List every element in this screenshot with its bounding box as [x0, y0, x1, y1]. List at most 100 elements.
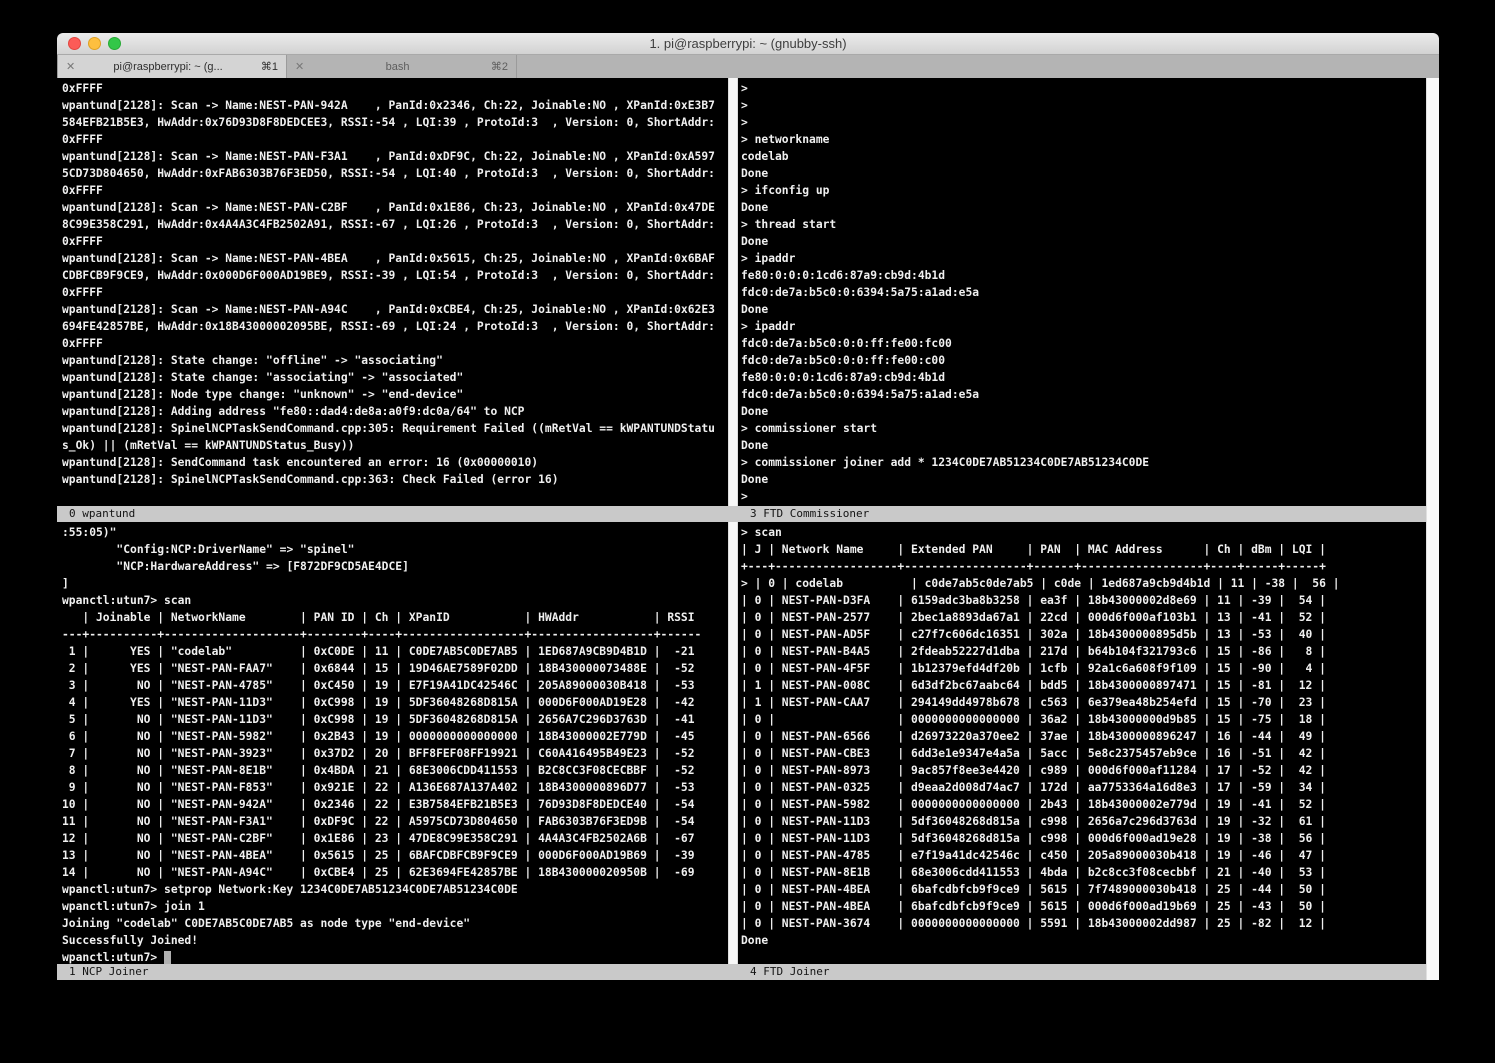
terminal-line: | 0 | NEST-PAN-3674 | 0000000000000000 |…: [741, 915, 1426, 932]
terminal-line: 4 | YES | "NEST-PAN-11D3" | 0xC998 | 19 …: [62, 694, 728, 711]
terminal-line: | 0 | NEST-PAN-8973 | 9ac857f8ee3e4420 |…: [741, 762, 1426, 779]
terminal-line: > scan: [741, 524, 1426, 541]
pane-ftd-joiner[interactable]: > scan| J | Network Name | Extended PAN …: [738, 522, 1426, 964]
terminal-line: 0xFFFF: [62, 80, 728, 97]
terminal-line: wpantund[2128]: State change: "offline" …: [62, 352, 728, 369]
terminal-line: 0xFFFF: [62, 182, 728, 199]
pane-wpantund[interactable]: 0xFFFFwpantund[2128]: Scan -> Name:NEST-…: [57, 78, 728, 506]
tab-shortcut: ⌘2: [491, 60, 508, 73]
pane-divider-scrollbar[interactable]: [728, 522, 738, 964]
terminal-line: Done: [741, 301, 1426, 318]
pane-title-wpantund: 0 wpantund: [69, 506, 135, 522]
terminal-line: 14 | NO | "NEST-PAN-A94C" | 0xCBE4 | 25 …: [62, 864, 728, 881]
terminal-line: fe80:0:0:0:1cd6:87a9:cb9d:4b1d: [741, 267, 1426, 284]
terminal-line: 7 | NO | "NEST-PAN-3923" | 0x37D2 | 20 |…: [62, 745, 728, 762]
tab-shortcut: ⌘1: [261, 60, 278, 73]
pane-ncp-joiner[interactable]: :55:05)" "Config:NCP:DriverName" => "spi…: [57, 522, 728, 964]
tab-label: pi@raspberrypi: ~ (g...: [82, 61, 254, 73]
terminal-line: > networkname: [741, 131, 1426, 148]
terminal-window: 1. pi@raspberrypi: ~ (gnubby-ssh) ✕ pi@r…: [57, 33, 1439, 980]
terminal-line: fdc0:de7a:b5c0:0:6394:5a75:a1ad:e5a: [741, 386, 1426, 403]
terminal-line: fdc0:de7a:b5c0:0:0:ff:fe00:fc00: [741, 335, 1426, 352]
terminal-cursor: [164, 951, 171, 964]
pane-title-ftd-commissioner: 3 FTD Commissioner: [750, 506, 869, 522]
terminal-line: s_Ok) || (mRetVal == kWPANTUNDStatus_Bus…: [62, 437, 728, 454]
terminal-line: 12 | NO | "NEST-PAN-C2BF" | 0x1E86 | 23 …: [62, 830, 728, 847]
pane-title-ncp-joiner: 1 NCP Joiner: [69, 964, 148, 980]
close-tab-icon[interactable]: ✕: [295, 60, 304, 73]
terminal-line: | 1 | NEST-PAN-008C | 6d3df2bc67aabc64 |…: [741, 677, 1426, 694]
terminal-line: :55:05)": [62, 524, 728, 541]
window-titlebar[interactable]: 1. pi@raspberrypi: ~ (gnubby-ssh): [57, 33, 1439, 55]
terminal-line: 2 | YES | "NEST-PAN-FAA7" | 0x6844 | 15 …: [62, 660, 728, 677]
terminal-line: +---+------------------+----------------…: [741, 558, 1426, 575]
terminal-line: 8C99E358C291, HwAddr:0x4A4A3C4FB2502A91,…: [62, 216, 728, 233]
terminal-line: >: [741, 114, 1426, 131]
terminal-line: 0xFFFF: [62, 233, 728, 250]
terminal-line: 0xFFFF: [62, 284, 728, 301]
terminal-line: > thread start: [741, 216, 1426, 233]
terminal-line: wpantund[2128]: SpinelNCPTaskSendCommand…: [62, 471, 728, 488]
pane-status-bar-bottom: 1 NCP Joiner 4 FTD Joiner: [57, 964, 1426, 980]
pane-ftd-commissioner[interactable]: >>>> networknamecodelabDone> ifconfig up…: [738, 78, 1426, 506]
terminal-line: | 0 | NEST-PAN-4F5F | 1b12379efd4df20b |…: [741, 660, 1426, 677]
terminal-line: wpantund[2128]: Scan -> Name:NEST-PAN-F3…: [62, 148, 728, 165]
terminal-line: Joining "codelab" C0DE7AB5C0DE7AB5 as no…: [62, 915, 728, 932]
terminal-line: Done: [741, 233, 1426, 250]
terminal-line: 9 | NO | "NEST-PAN-F853" | 0x921E | 22 |…: [62, 779, 728, 796]
terminal-line: | 1 | NEST-PAN-CAA7 | 294149dd4978b678 |…: [741, 694, 1426, 711]
terminal-line: wpantund[2128]: Node type change: "unkno…: [62, 386, 728, 403]
pane-divider-scrollbar[interactable]: [728, 78, 738, 506]
terminal-line: Done: [741, 403, 1426, 420]
terminal-line: > ifconfig up: [741, 182, 1426, 199]
terminal-line: 6 | NO | "NEST-PAN-5982" | 0x2B43 | 19 |…: [62, 728, 728, 745]
terminal-line: | 0 | NEST-PAN-8E1B | 68e3006cdd411553 |…: [741, 864, 1426, 881]
terminal-line: 11 | NO | "NEST-PAN-F3A1" | 0xDF9C | 22 …: [62, 813, 728, 830]
terminal-line: ]: [62, 575, 728, 592]
terminal-line: | 0 | NEST-PAN-AD5F | c27f7c606dc16351 |…: [741, 626, 1426, 643]
terminal-line: 8 | NO | "NEST-PAN-8E1B" | 0x4BDA | 21 |…: [62, 762, 728, 779]
terminal-line: Successfully Joined!: [62, 932, 728, 949]
terminal-line: | 0 | NEST-PAN-4BEA | 6bafcdbfcb9f9ce9 |…: [741, 881, 1426, 898]
terminal-line: Done: [741, 932, 1426, 949]
terminal-line: Done: [741, 165, 1426, 182]
terminal-line: >: [741, 80, 1426, 97]
terminal-line: wpantund[2128]: Adding address "fe80::da…: [62, 403, 728, 420]
terminal-line: > commissioner start: [741, 420, 1426, 437]
terminal-line: | 0 | NEST-PAN-4BEA | 6bafcdbfcb9f9ce9 |…: [741, 898, 1426, 915]
pane-title-ftd-joiner: 4 FTD Joiner: [750, 964, 829, 980]
terminal-line: "NCP:HardwareAddress" => [F872DF9CD5AE4D…: [62, 558, 728, 575]
terminal-line: 0xFFFF: [62, 335, 728, 352]
terminal-line: wpantund[2128]: SpinelNCPTaskSendCommand…: [62, 420, 728, 437]
scrollbar[interactable]: [1426, 78, 1439, 980]
terminal-line: | 0 | NEST-PAN-2577 | 2bec1a8893da67a1 |…: [741, 609, 1426, 626]
terminal-line: | 0 | NEST-PAN-4785 | e7f19a41dc42546c |…: [741, 847, 1426, 864]
terminal-line: Done: [741, 199, 1426, 216]
terminal-line: | 0 | | 0000000000000000 | 36a2 | 18b430…: [741, 711, 1426, 728]
terminal-line: 5 | NO | "NEST-PAN-11D3" | 0xC998 | 19 |…: [62, 711, 728, 728]
terminal-line: wpanctl:utun7> scan: [62, 592, 728, 609]
terminal-line: fe80:0:0:0:1cd6:87a9:cb9d:4b1d: [741, 369, 1426, 386]
window-title: 1. pi@raspberrypi: ~ (gnubby-ssh): [57, 33, 1439, 55]
terminal-line: 3 | NO | "NEST-PAN-4785" | 0xC450 | 19 |…: [62, 677, 728, 694]
terminal-line: wpantund[2128]: State change: "associati…: [62, 369, 728, 386]
terminal-line: wpantund[2128]: Scan -> Name:NEST-PAN-94…: [62, 97, 728, 114]
terminal-line: fdc0:de7a:b5c0:0:6394:5a75:a1ad:e5a: [741, 284, 1426, 301]
terminal-line: wpantund[2128]: Scan -> Name:NEST-PAN-4B…: [62, 250, 728, 267]
terminal-line: 13 | NO | "NEST-PAN-4BEA" | 0x5615 | 25 …: [62, 847, 728, 864]
terminal-line: 5CD73D804650, HwAddr:0xFAB6303B76F3ED50,…: [62, 165, 728, 182]
terminal-line: Done: [741, 471, 1426, 488]
tab-session-2[interactable]: ✕ bash ⌘2: [287, 55, 517, 78]
terminal-line: | Joinable | NetworkName | PAN ID | Ch |…: [62, 609, 728, 626]
terminal-line: wpantund[2128]: Scan -> Name:NEST-PAN-C2…: [62, 199, 728, 216]
terminal-line: wpanctl:utun7> setprop Network:Key 1234C…: [62, 881, 728, 898]
terminal-line: | 0 | NEST-PAN-0325 | d9eaa2d008d74ac7 |…: [741, 779, 1426, 796]
terminal-line: 1 | YES | "codelab" | 0xC0DE | 11 | C0DE…: [62, 643, 728, 660]
tab-session-1[interactable]: ✕ pi@raspberrypi: ~ (g... ⌘1: [57, 55, 287, 78]
terminal-line: >: [741, 488, 1426, 505]
prompt-line: wpanctl:utun7>: [62, 949, 728, 964]
close-tab-icon[interactable]: ✕: [66, 60, 75, 73]
terminal-line: >: [741, 97, 1426, 114]
terminal-line: Done: [741, 437, 1426, 454]
terminal-line: | 0 | NEST-PAN-11D3 | 5df36048268d815a |…: [741, 830, 1426, 847]
